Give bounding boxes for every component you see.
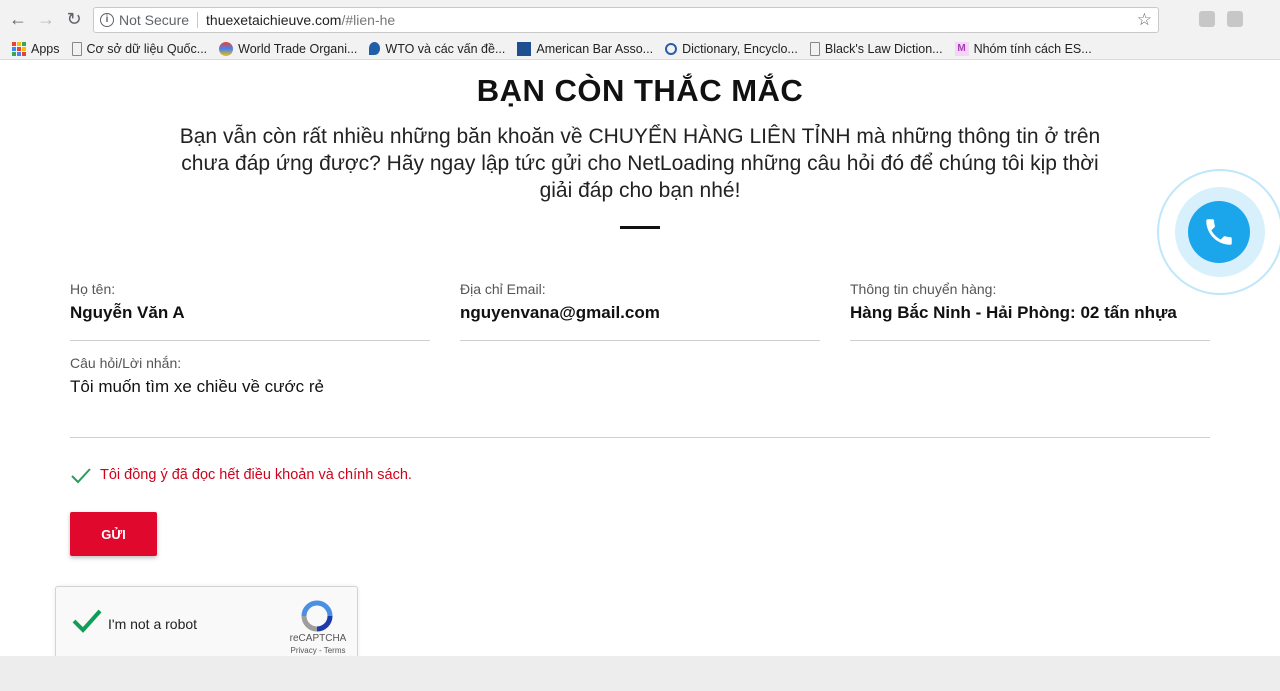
name-input[interactable]: Nguyễn Văn A <box>70 303 430 323</box>
bookmark-item[interactable]: World Trade Organi... <box>219 41 358 56</box>
info-icon[interactable]: i <box>100 13 114 27</box>
bookmark-item[interactable]: Cơ sở dữ liệu Quốc... <box>71 41 208 56</box>
bookmark-apps[interactable]: Apps <box>12 41 60 56</box>
browser-toolbar: ← → ↻ i Not Secure thuexetaichieuve.com /… <box>0 0 1280 38</box>
apps-grid-icon <box>12 41 26 56</box>
captcha-checkmark-icon[interactable] <box>72 609 102 633</box>
bookmark-label: WTO và các vấn đề... <box>385 41 506 56</box>
submit-button[interactable]: GỬI <box>70 512 157 556</box>
url-path[interactable]: /#lien-he <box>341 12 395 28</box>
page-icon <box>71 41 82 56</box>
bookmark-label: Dictionary, Encyclo... <box>682 41 798 56</box>
m-logo-icon: M <box>954 41 969 56</box>
section-title: BẠN CÒN THẮC MẮC <box>476 73 804 108</box>
email-field[interactable]: Địa chỉ Email: nguyenvana@gmail.com <box>460 281 820 341</box>
bookmark-label: American Bar Asso... <box>536 41 654 56</box>
bookmark-item[interactable]: M Nhóm tính cách ES... <box>954 41 1092 56</box>
page-icon <box>809 41 820 56</box>
bookmark-label: Cơ sở dữ liệu Quốc... <box>86 41 208 56</box>
message-field[interactable]: Câu hỏi/Lời nhắn: Tôi muốn tìm xe chiều … <box>70 355 1210 438</box>
email-input[interactable]: nguyenvana@gmail.com <box>460 303 820 323</box>
name-label: Họ tên: <box>70 281 116 297</box>
title-divider <box>620 226 660 229</box>
dictionary-icon <box>665 42 678 55</box>
bookmark-label: Apps <box>31 41 60 56</box>
message-label: Câu hỏi/Lời nhắn: <box>70 355 182 371</box>
bookmark-item[interactable]: Dictionary, Encyclo... <box>665 42 798 56</box>
checkmark-icon[interactable] <box>70 464 92 486</box>
agree-checkbox-row[interactable]: Tôi đồng ý đã đọc hết điều khoản và chín… <box>70 464 412 486</box>
bookmark-label: World Trade Organi... <box>238 41 358 56</box>
address-bar[interactable]: i Not Secure thuexetaichieuve.com/#lien-… <box>93 7 1159 33</box>
shipping-input[interactable]: Hàng Bắc Ninh - Hải Phòng: 02 tấn nhựa <box>850 303 1210 323</box>
omnibox-divider <box>197 12 199 28</box>
url-host[interactable]: thuexetaichieuve.com <box>206 12 341 28</box>
phone-icon <box>1206 219 1232 245</box>
recaptcha-widget[interactable]: I'm not a robot reCAPTCHA Privacy - Term… <box>55 586 358 656</box>
security-label[interactable]: Not Secure <box>119 12 189 28</box>
email-label: Địa chỉ Email: <box>460 281 546 297</box>
call-button[interactable] <box>1188 201 1250 263</box>
drupal-icon <box>369 42 381 55</box>
bookmark-item[interactable]: American Bar Asso... <box>517 41 654 56</box>
bookmark-item[interactable]: Black's Law Diction... <box>809 41 943 56</box>
contact-section: BẠN CÒN THẮC MẮC Bạn vẫn còn rất nhiều n… <box>0 61 1280 656</box>
window-bottom-bar <box>0 656 1280 691</box>
captcha-terms-link[interactable]: Privacy - Terms <box>288 646 348 655</box>
aba-icon <box>517 41 532 56</box>
section-description: Bạn vẫn còn rất nhiều những băn khoăn về… <box>179 125 1101 202</box>
recaptcha-logo-icon <box>301 600 333 632</box>
captcha-label: I'm not a robot <box>108 616 198 632</box>
bookmarks-bar: Apps Cơ sở dữ liệu Quốc... World Trade O… <box>0 38 1280 60</box>
extension-icon[interactable] <box>1199 11 1215 27</box>
reload-icon[interactable]: ↻ <box>63 8 85 30</box>
forward-icon[interactable]: → <box>35 8 57 30</box>
shipping-label: Thông tin chuyển hàng: <box>850 281 997 297</box>
wto-icon <box>219 41 234 56</box>
name-field[interactable]: Họ tên: Nguyễn Văn A <box>70 281 430 341</box>
shipping-field[interactable]: Thông tin chuyển hàng: Hàng Bắc Ninh - H… <box>850 281 1210 341</box>
message-textarea[interactable]: Tôi muốn tìm xe chiều về cước rẻ <box>70 377 1210 397</box>
agree-label: Tôi đồng ý đã đọc hết điều khoản và chín… <box>100 467 412 483</box>
bookmark-label: Black's Law Diction... <box>824 41 943 56</box>
back-icon[interactable]: ← <box>7 8 29 30</box>
bookmark-item[interactable]: WTO và các vấn đề... <box>369 42 505 56</box>
bookmark-star-icon[interactable]: ☆ <box>1137 10 1152 30</box>
shield-extension-icon[interactable] <box>1227 11 1243 27</box>
bookmark-label: Nhóm tính cách ES... <box>973 41 1092 56</box>
captcha-brand: reCAPTCHA <box>289 633 347 644</box>
